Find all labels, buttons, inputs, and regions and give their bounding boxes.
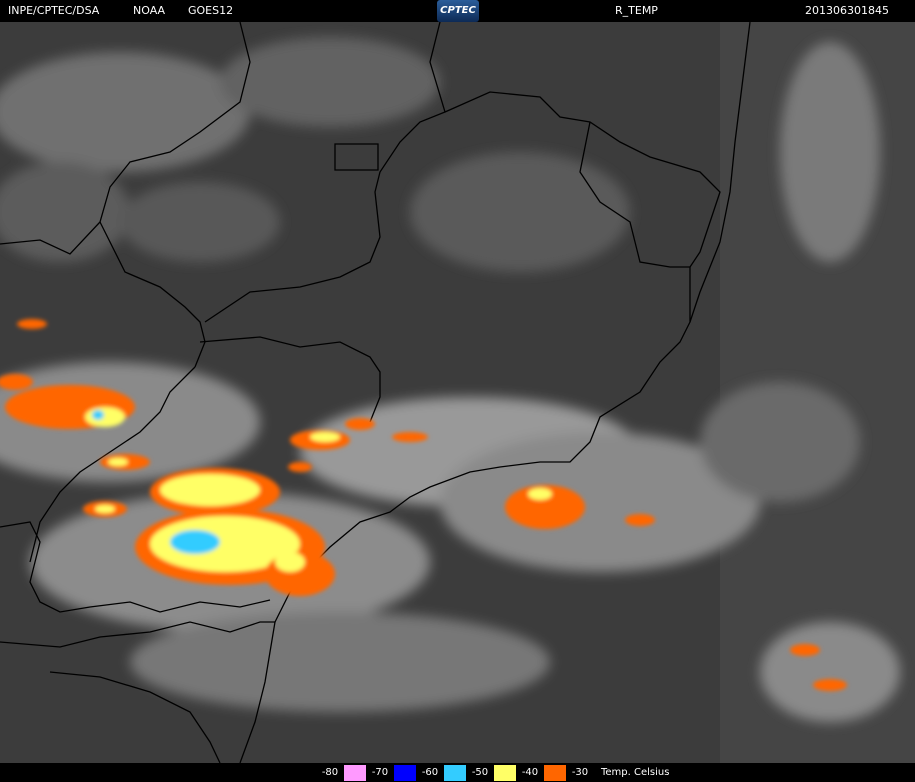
legend-swatch — [394, 765, 416, 781]
agency-label: INPE/CPTEC/DSA — [8, 4, 100, 17]
legend-units: Temp. Celsius — [601, 767, 670, 778]
legend-label: -50 — [471, 767, 489, 778]
cptec-logo: CPTEC — [437, 0, 479, 22]
legend-label: -80 — [318, 765, 342, 781]
satellite-label: GOES12 — [188, 4, 234, 17]
legend-label: -30 — [571, 767, 589, 778]
legend-label: -70 — [371, 767, 389, 778]
legend-swatch — [444, 765, 466, 781]
legend-swatch — [344, 765, 366, 781]
temperature-legend: -80 -70 -60 -50 -40 -30 Temp. Celsius — [0, 763, 915, 782]
product-label: R_TEMP — [615, 4, 658, 17]
legend-swatch — [544, 765, 566, 781]
legend-swatch — [494, 765, 516, 781]
image-header: INPE/CPTEC/DSA NOAA GOES12 CPTEC R_TEMP … — [0, 0, 915, 22]
legend-label: -60 — [421, 767, 439, 778]
satellite-map — [0, 22, 915, 763]
legend-label: -40 — [521, 767, 539, 778]
map-canvas — [0, 22, 915, 763]
timestamp-label: 201306301845 — [805, 4, 889, 17]
source-label: NOAA — [133, 4, 166, 17]
